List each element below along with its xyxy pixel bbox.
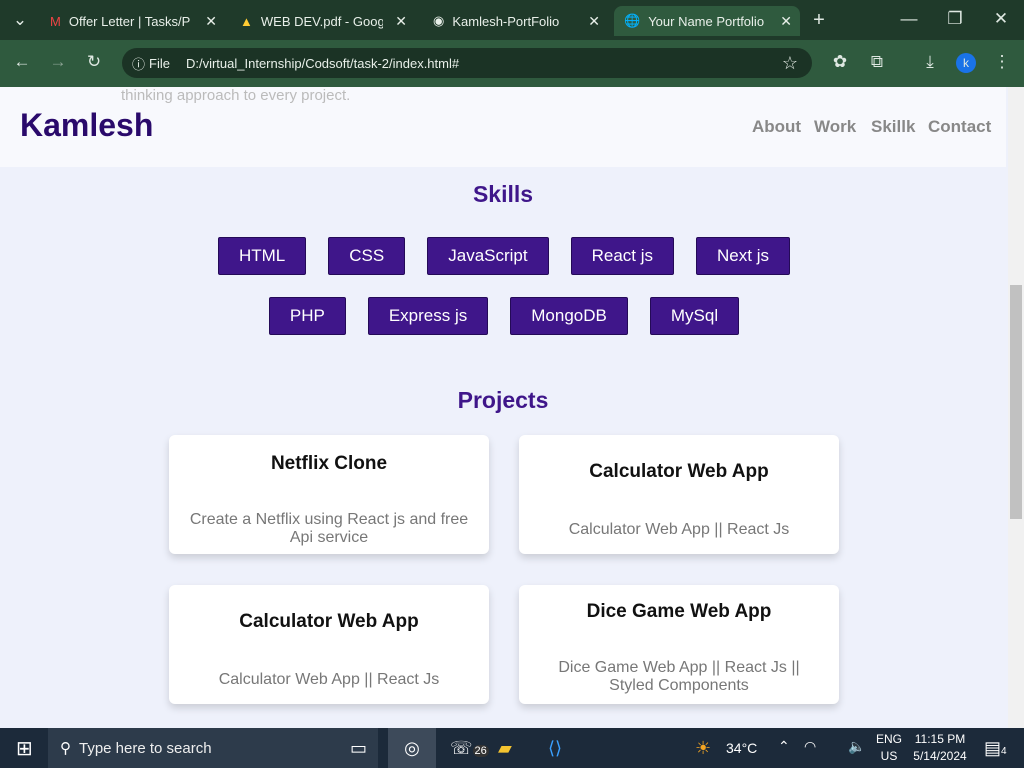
close-icon[interactable]: ✕ xyxy=(780,13,792,30)
close-icon[interactable]: ✕ xyxy=(205,13,217,30)
scrollbar-thumb[interactable] xyxy=(1010,285,1022,519)
close-icon[interactable]: ✕ xyxy=(395,13,407,30)
chrome-icon[interactable]: ◎ xyxy=(388,728,436,768)
network-icon[interactable]: ◠ xyxy=(804,738,816,755)
close-icon[interactable]: ✕ xyxy=(588,13,600,30)
back-icon[interactable]: ← xyxy=(10,52,34,72)
tab-drive[interactable]: ▲ WEB DEV.pdf - Google ✕ xyxy=(230,6,415,36)
tab-gmail[interactable]: M Offer Letter | Tasks/Pro ✕ xyxy=(40,6,225,36)
task-view-icon[interactable]: ▭ xyxy=(350,738,367,759)
nav-work[interactable]: Work xyxy=(814,117,856,137)
info-icon: ⓘ xyxy=(132,56,146,72)
gmail-icon: M xyxy=(50,13,61,29)
search-icon: ⚲ xyxy=(60,740,71,757)
nav-contact[interactable]: Contact xyxy=(928,117,991,137)
window-close-icon[interactable]: ✕ xyxy=(989,9,1013,29)
language[interactable]: ENG US xyxy=(876,732,902,763)
github-icon: ◉ xyxy=(433,13,445,28)
nav-skills[interactable]: Skillk xyxy=(871,117,915,137)
whatsapp-icon[interactable]: ☏ 26 xyxy=(450,738,489,759)
tab-search-icon[interactable]: ⌄ xyxy=(8,10,32,30)
menu-icon[interactable]: ⋮ xyxy=(990,52,1014,72)
nav-about[interactable]: About xyxy=(752,117,801,137)
notification-icon[interactable]: ▤4 xyxy=(984,738,1007,759)
color-extension-icon[interactable]: ✿ xyxy=(828,52,852,72)
skill-chip[interactable]: CSS xyxy=(328,237,406,275)
tray-chevron-icon[interactable]: ⌃ xyxy=(778,738,790,755)
tab-portfolio[interactable]: ◉ Kamlesh-PortFolio ✕ xyxy=(423,6,608,36)
project-card[interactable]: Netflix Clone Create a Netflix using Reac… xyxy=(169,435,489,554)
address-bar: ← → ↻ ⓘ File D:/virtual_Internship/Codsoft… xyxy=(0,40,1024,87)
forward-icon[interactable]: → xyxy=(46,52,70,72)
skill-chip[interactable]: React js xyxy=(570,237,675,275)
project-card[interactable]: Dice Game Web App Dice Game Web App || Re… xyxy=(519,585,839,704)
taskbar-search[interactable]: ⚲ Type here to search xyxy=(48,728,378,768)
page-content: thinking approach to every project. Kaml… xyxy=(0,87,1008,728)
projects-title: Projects xyxy=(457,387,549,413)
file-explorer-icon[interactable]: ▰ xyxy=(498,738,512,759)
new-tab-icon[interactable]: + xyxy=(807,9,831,32)
minimize-icon[interactable]: — xyxy=(897,9,921,29)
brand-logo[interactable]: Kamlesh xyxy=(20,107,153,144)
skill-chip[interactable]: PHP xyxy=(268,297,346,335)
project-card[interactable]: Calculator Web App Calculator Web App || … xyxy=(169,585,489,704)
tab-bar: ⌄ M Offer Letter | Tasks/Pro ✕ ▲ WEB DEV.pd… xyxy=(0,0,1024,40)
profile-avatar[interactable]: k xyxy=(956,53,976,73)
maximize-icon[interactable]: ❐ xyxy=(943,9,967,29)
site-header: thinking approach to every project. Kaml… xyxy=(0,87,1006,167)
skills-title: Skills xyxy=(472,181,534,207)
skill-chip[interactable]: Express js xyxy=(367,297,489,335)
project-card[interactable]: Calculator Web App Calculator Web App || … xyxy=(519,435,839,554)
reload-icon[interactable]: ↻ xyxy=(82,52,106,72)
bookmark-star-icon[interactable]: ☆ xyxy=(782,53,798,74)
globe-icon: 🌐 xyxy=(624,13,641,28)
skills-list: HTML CSS JavaScript React js Next js PHP… xyxy=(170,237,838,335)
vscode-icon[interactable]: ⟨⟩ xyxy=(548,738,562,759)
clock[interactable]: 11:15 PM 5/14/2024 xyxy=(910,732,970,763)
skill-chip[interactable]: MongoDB xyxy=(510,297,628,335)
weather-temp[interactable]: 34°C xyxy=(726,740,757,756)
skill-chip[interactable]: MySql xyxy=(649,297,740,335)
url-field[interactable]: ⓘ File D:/virtual_Internship/Codsoft/task-… xyxy=(122,48,812,78)
skill-chip[interactable]: HTML xyxy=(217,237,307,275)
extensions-icon[interactable]: ⧉ xyxy=(865,52,889,72)
ghost-text: thinking approach to every project. xyxy=(121,87,351,104)
skill-chip[interactable]: JavaScript xyxy=(427,237,549,275)
weather-icon[interactable]: ☀ xyxy=(695,738,711,759)
skill-chip[interactable]: Next js xyxy=(696,237,790,275)
download-icon[interactable]: ⤓ xyxy=(918,52,942,72)
taskbar: ⊞ ⚲ Type here to search ▭ ◎ ☏ 26 ▰ ⟨⟩ ☀ 34… xyxy=(0,728,1024,768)
drive-icon: ▲ xyxy=(240,13,253,29)
volume-icon[interactable]: 🔈 xyxy=(848,738,865,755)
tab-your-name-portfolio[interactable]: 🌐 Your Name Portfolio ✕ xyxy=(614,6,800,36)
scrollbar[interactable] xyxy=(1008,87,1024,728)
windows-start-icon[interactable]: ⊞ xyxy=(16,736,33,761)
